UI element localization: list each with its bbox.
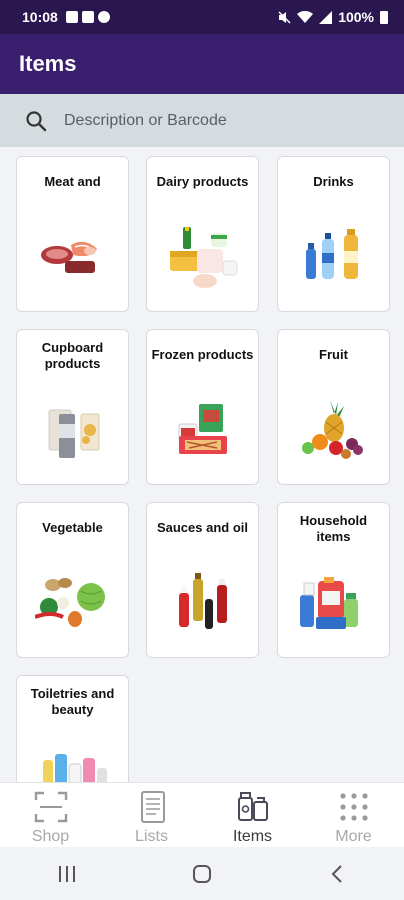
category-card-sauces[interactable]: Sauces and oil <box>146 502 259 658</box>
home-icon <box>192 864 211 883</box>
mute-icon <box>278 10 291 24</box>
search-bar[interactable] <box>0 94 404 147</box>
back-button[interactable] <box>317 859 357 889</box>
home-button[interactable] <box>182 859 222 889</box>
bottom-nav: Shop Lists Items More <box>0 782 404 847</box>
category-card-household[interactable]: Household items <box>277 502 390 658</box>
search-input[interactable] <box>64 111 364 130</box>
list-icon <box>140 791 165 823</box>
category-grid: Meat and Dairy products Drinks Cupboard … <box>0 147 404 782</box>
meat-icon <box>41 241 97 273</box>
drinks-icon <box>306 229 358 279</box>
status-icons <box>65 11 110 23</box>
nav-label: More <box>335 828 372 845</box>
category-card-drinks[interactable]: Drinks <box>277 156 390 312</box>
wifi-icon <box>297 10 314 23</box>
nav-label: Lists <box>135 828 168 845</box>
category-label: Toiletries and beauty <box>30 686 115 717</box>
check-notification-icon <box>81 11 94 23</box>
nav-shop[interactable]: Shop <box>0 783 101 847</box>
category-card-vegetable[interactable]: Vegetable <box>16 502 129 658</box>
recents-button[interactable] <box>47 859 87 889</box>
battery-icon <box>380 10 388 24</box>
nav-label: Shop <box>31 828 70 845</box>
battery-percent: 100% <box>338 9 374 25</box>
recents-icon <box>59 865 76 882</box>
status-bar: 10:08 100% <box>0 0 404 34</box>
category-card-frozen[interactable]: Frozen products <box>146 329 259 485</box>
system-nav-bar <box>0 847 404 900</box>
category-label: Frozen products <box>151 347 254 362</box>
category-card-fruit[interactable]: Fruit <box>277 329 390 485</box>
toiletries-icon <box>43 754 107 782</box>
back-icon <box>331 864 342 883</box>
vegetable-icon <box>35 578 105 627</box>
category-label: Meat and <box>44 174 101 189</box>
nav-more[interactable]: More <box>303 783 404 847</box>
more-grid-icon <box>339 793 368 821</box>
sauces-icon <box>179 573 227 629</box>
frozen-icon <box>178 404 227 454</box>
category-label: Fruit <box>319 347 348 362</box>
household-icon <box>300 577 358 629</box>
scan-icon <box>34 791 67 823</box>
status-time: 10:08 <box>22 9 58 25</box>
dairy-icon <box>170 227 238 288</box>
nav-lists[interactable]: Lists <box>101 783 202 847</box>
items-icon <box>237 792 268 821</box>
page-title: Items <box>19 51 77 76</box>
image-notification-icon <box>65 11 78 23</box>
category-card-toiletries[interactable]: Toiletries and beauty <box>16 675 129 782</box>
category-card-dairy[interactable]: Dairy products <box>146 156 259 312</box>
signal-icon <box>319 10 333 24</box>
category-label: Dairy products <box>156 174 249 189</box>
category-label: Drinks <box>313 174 354 189</box>
category-card-meat[interactable]: Meat and <box>16 156 129 312</box>
category-label: Vegetable <box>42 520 103 535</box>
category-label: Household items <box>299 513 368 544</box>
nav-items[interactable]: Items <box>202 783 303 847</box>
app-bar: Items <box>0 34 404 94</box>
category-label: Cupboard products <box>41 340 104 371</box>
category-label: Sauces and oil <box>156 520 249 535</box>
fruit-icon <box>302 400 363 459</box>
status-right: 100% <box>278 9 388 25</box>
search-icon[interactable] <box>24 109 48 133</box>
gear-icon <box>97 11 110 23</box>
cupboard-icon <box>48 409 100 458</box>
nav-label: Items <box>232 828 273 845</box>
category-card-cupboard[interactable]: Cupboard products <box>16 329 129 485</box>
